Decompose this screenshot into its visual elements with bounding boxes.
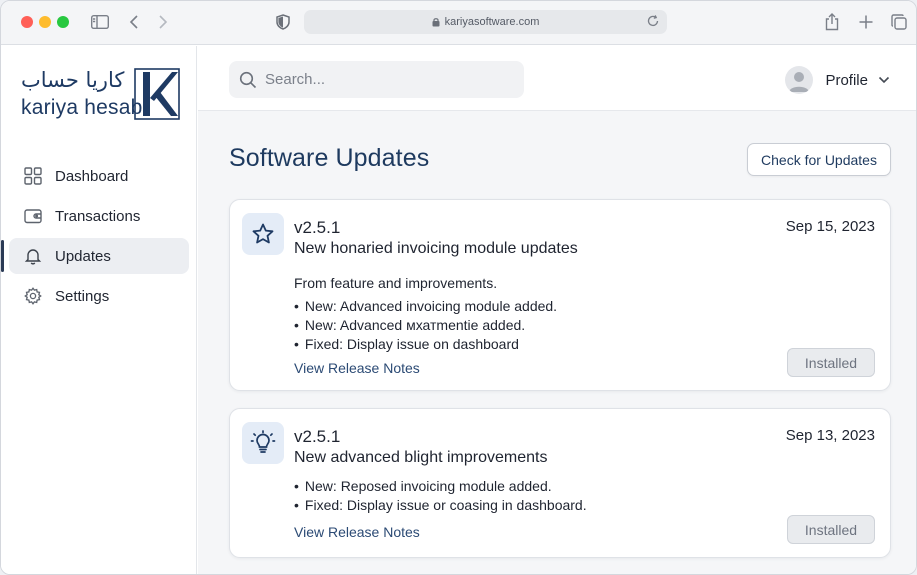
- update-version: v2.5.1: [294, 218, 341, 237]
- browser-window: kariyasoftware.com كاريا حساب kariya hes…: [0, 0, 917, 575]
- star-icon: [242, 213, 284, 255]
- list-item: New: Advanced мхатmentie added.: [294, 316, 557, 335]
- close-window-button[interactable]: [21, 16, 33, 28]
- gear-icon: [23, 286, 43, 306]
- list-item: Fixed: Display issue or coasing in dashb…: [294, 496, 587, 515]
- wallet-icon: [23, 206, 43, 226]
- chevron-down-icon: [878, 76, 890, 84]
- list-item: New: Advanced invoicing module added.: [294, 297, 557, 316]
- tab-overview-icon[interactable]: [890, 11, 908, 33]
- maximize-window-button[interactable]: [57, 16, 69, 28]
- brand-name-english: kariya hesab: [21, 96, 143, 119]
- sidebar-item-label: Transactions: [55, 207, 141, 225]
- share-icon[interactable]: [823, 11, 841, 33]
- view-release-notes-link[interactable]: View Release Notes: [294, 360, 420, 376]
- sidebar-item-transactions[interactable]: Transactions: [9, 198, 189, 234]
- update-version: v2.5.1: [294, 427, 341, 446]
- top-bar: Profile: [198, 46, 916, 111]
- sidebar-item-label: Updates: [55, 247, 111, 265]
- update-subtitle: New advanced blight improvements: [294, 449, 548, 466]
- update-subtitle: New honaried invoicing module updates: [294, 240, 578, 257]
- main-content: Profile Software Updates Check for Updat…: [198, 46, 916, 574]
- sidebar-item-label: Settings: [55, 287, 110, 305]
- privacy-shield-icon[interactable]: [274, 11, 292, 33]
- page-title: Software Updates: [229, 144, 430, 172]
- search-input[interactable]: [265, 71, 505, 88]
- sidebar-nav: Dashboard Transactions Updates Settings: [1, 158, 197, 318]
- update-date: Sep 13, 2023: [785, 427, 875, 444]
- lock-icon: [432, 17, 440, 27]
- lightbulb-icon: [242, 422, 284, 464]
- update-lead: From feature and improvements.: [294, 275, 498, 291]
- bell-icon: [23, 246, 43, 266]
- view-release-notes-link[interactable]: View Release Notes: [294, 524, 420, 540]
- brand-logo[interactable]: كاريا حساب kariya hesab: [21, 68, 181, 124]
- back-arrow-icon[interactable]: [126, 11, 142, 33]
- search-icon: [239, 71, 257, 89]
- profile-menu[interactable]: Profile: [785, 65, 890, 95]
- dashboard-grid-icon: [23, 166, 43, 186]
- brand-mark-icon: [134, 68, 180, 120]
- sidebar-toggle-icon[interactable]: [90, 11, 110, 33]
- address-bar[interactable]: kariyasoftware.com: [304, 10, 667, 34]
- list-item: New: Reposed invoicing module added.: [294, 477, 587, 496]
- new-tab-icon[interactable]: [857, 11, 875, 33]
- brand-name-arabic: كاريا حساب: [21, 68, 125, 92]
- profile-label: Profile: [825, 71, 868, 89]
- url-text: kariyasoftware.com: [444, 16, 540, 28]
- search-box[interactable]: [229, 61, 524, 98]
- minimize-window-button[interactable]: [39, 16, 51, 28]
- forward-arrow-icon[interactable]: [155, 11, 171, 33]
- list-item: Fixed: Display issue on dashboard: [294, 335, 557, 354]
- sidebar-item-dashboard[interactable]: Dashboard: [9, 158, 189, 194]
- avatar: [785, 66, 814, 94]
- update-changes-list: New: Advanced invoicing module added. Ne…: [294, 297, 557, 354]
- sidebar-item-updates[interactable]: Updates: [1, 238, 189, 274]
- check-for-updates-button[interactable]: Check for Updates: [747, 143, 891, 176]
- update-changes-list: New: Reposed invoicing module added. Fix…: [294, 477, 587, 515]
- installed-status-button[interactable]: Installed: [787, 348, 875, 377]
- reload-icon[interactable]: [646, 14, 660, 28]
- browser-toolbar: kariyasoftware.com: [1, 1, 916, 45]
- user-icon: [789, 72, 810, 92]
- update-date: Sep 15, 2023: [785, 218, 875, 235]
- sidebar-item-label: Dashboard: [55, 167, 129, 185]
- update-card: v2.5.1 Sep 15, 2023 New honaried invoici…: [229, 199, 891, 391]
- sidebar: كاريا حساب kariya hesab Dashboard Transa…: [1, 46, 197, 574]
- sidebar-item-settings[interactable]: Settings: [9, 278, 189, 314]
- installed-status-button[interactable]: Installed: [787, 515, 875, 544]
- update-card: v2.5.1 Sep 13, 2023 New advanced blight …: [229, 408, 891, 558]
